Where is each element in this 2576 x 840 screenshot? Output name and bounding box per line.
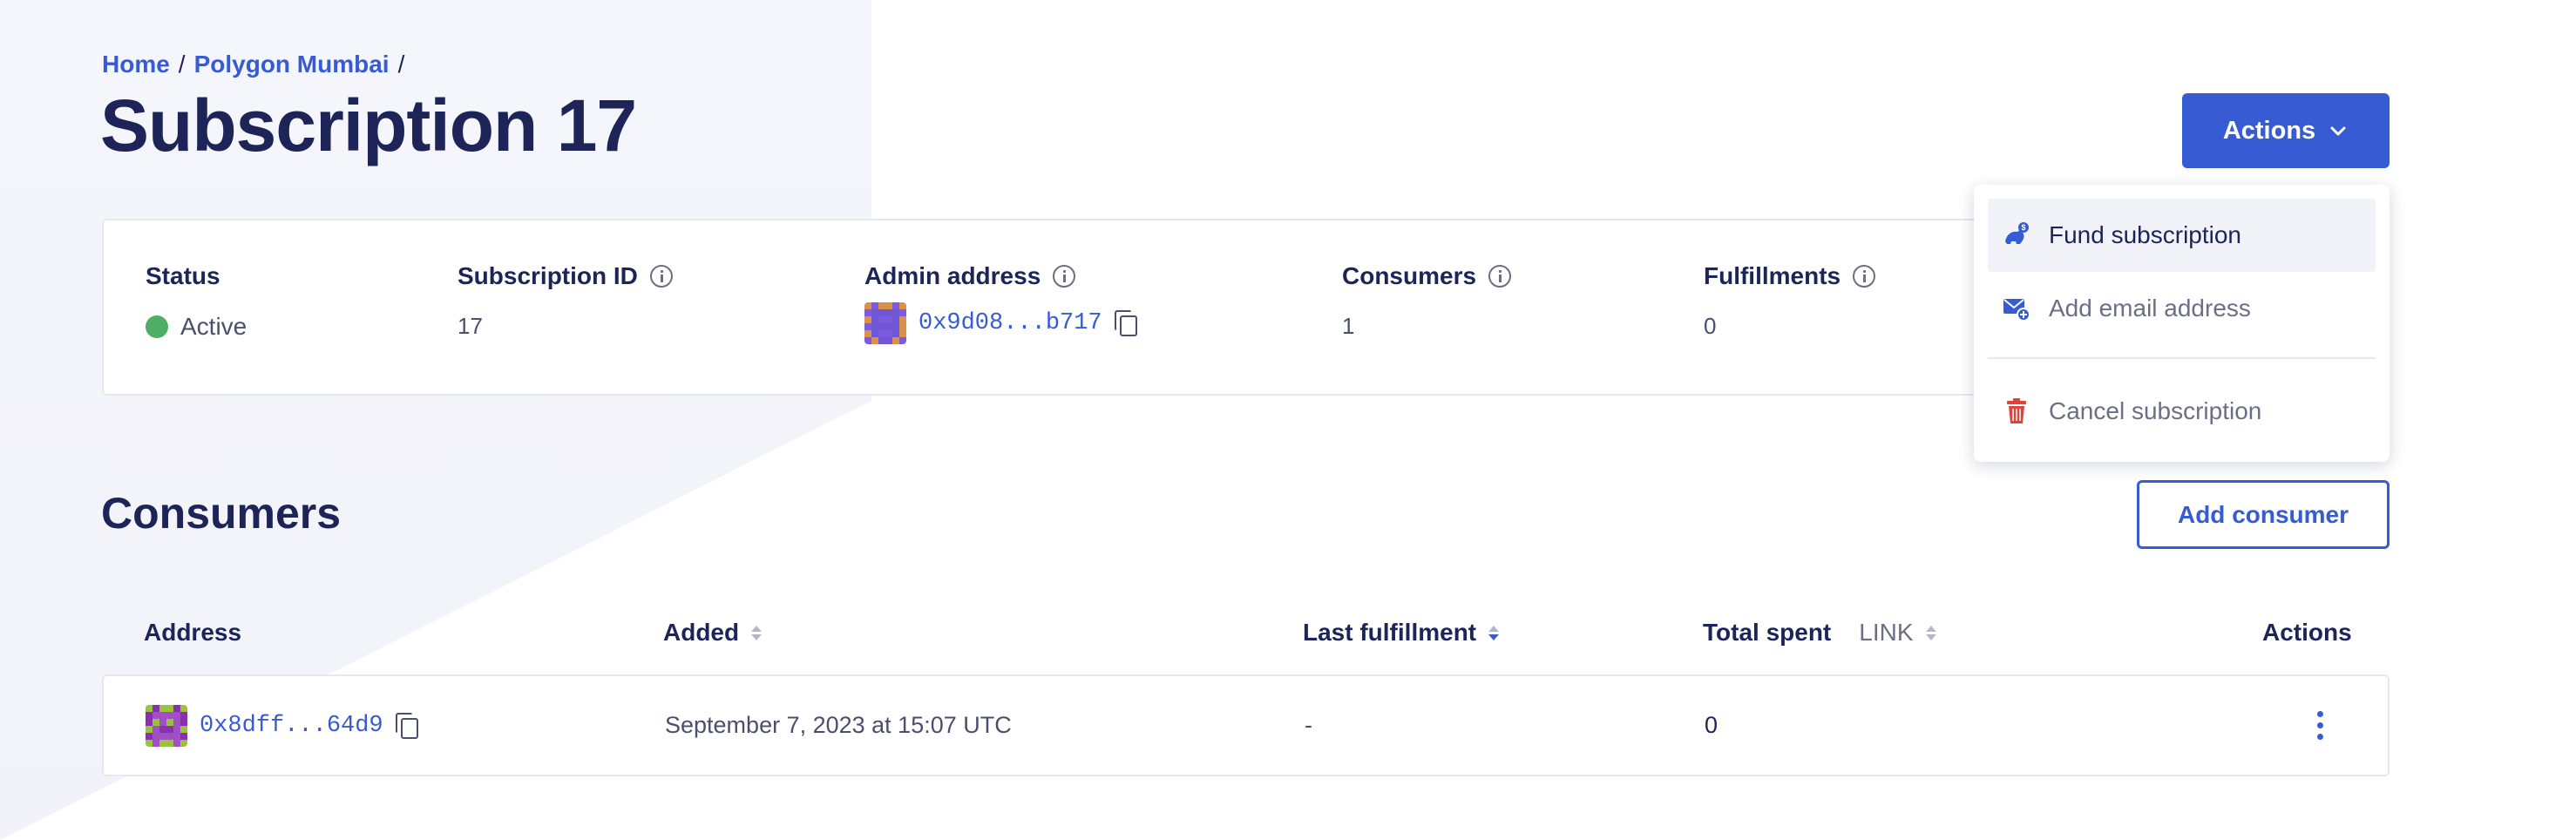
added-cell: September 7, 2023 at 15:07 UTC <box>665 712 1012 738</box>
svg-text:$: $ <box>2021 223 2025 232</box>
subscription-id-label: Subscription ID <box>458 262 638 289</box>
breadcrumb-separator: / <box>178 51 186 78</box>
admin-avatar <box>864 302 906 344</box>
chevron-down-icon <box>2330 126 2346 136</box>
sort-icon[interactable] <box>1925 625 1936 640</box>
actions-button-label: Actions <box>2222 116 2316 145</box>
sort-descending-icon[interactable] <box>1488 625 1500 640</box>
column-header-actions: Actions <box>2262 619 2352 647</box>
fulfillments-value: 0 <box>1704 313 1717 339</box>
column-header-label: Address <box>144 619 242 646</box>
info-icon[interactable] <box>649 265 673 288</box>
email-add-icon <box>2002 294 2031 323</box>
status-value: Active <box>180 313 247 340</box>
copy-icon[interactable] <box>1114 310 1137 336</box>
breadcrumb-network-link[interactable]: Polygon Mumbai <box>194 51 390 78</box>
consumers-detail: Consumers 1 <box>1342 262 1512 340</box>
subscription-id-detail: Subscription ID 17 <box>458 262 673 340</box>
consumers-label: Consumers <box>1342 262 1477 289</box>
column-header-address: Address <box>144 619 241 647</box>
consumers-section-title: Consumers <box>101 489 342 538</box>
subscription-page: Home / Polygon Mumbai / Subscription 17 … <box>0 0 2576 840</box>
trash-icon <box>2002 396 2031 426</box>
admin-address-detail: Admin address 0x9d08...b717 <box>864 262 1137 344</box>
fulfillments-label: Fulfillments <box>1704 262 1841 289</box>
info-icon[interactable] <box>1053 265 1076 288</box>
info-icon[interactable] <box>1488 265 1512 288</box>
last-fulfillment-cell: - <box>1305 712 1312 738</box>
column-header-added[interactable]: Added <box>663 619 763 647</box>
status-label: Status <box>146 262 220 289</box>
column-header-label: Added <box>663 619 740 646</box>
subscription-id-value: 17 <box>458 313 483 339</box>
info-icon[interactable] <box>1853 265 1876 288</box>
sort-icon[interactable] <box>751 625 763 640</box>
breadcrumb-home-link[interactable]: Home <box>102 51 170 78</box>
column-header-label: Last fulfillment <box>1303 619 1477 646</box>
column-header-last-fulfillment[interactable]: Last fulfillment <box>1303 619 1500 647</box>
actions-button[interactable]: Actions <box>2182 93 2390 168</box>
column-header-unit: LINK <box>1859 619 1914 646</box>
consumer-avatar <box>146 704 187 747</box>
column-header-total-spent[interactable]: Total spent LINK <box>1703 619 1936 647</box>
more-options-icon[interactable] <box>2317 711 2323 740</box>
page-title: Subscription 17 <box>100 85 637 166</box>
row-actions-cell <box>2317 676 2323 775</box>
consumer-address-link[interactable]: 0x8dff...64d9 <box>200 713 383 739</box>
actions-dropdown-menu: $ Fund subscription Add email address Ca… <box>1974 185 2390 462</box>
admin-address-value[interactable]: 0x9d08...b717 <box>919 310 1102 336</box>
fulfillments-detail: Fulfillments 0 <box>1704 262 1876 340</box>
breadcrumb-separator: / <box>397 51 405 78</box>
consumers-value: 1 <box>1342 313 1355 339</box>
menu-item-label: Cancel subscription <box>2049 397 2262 424</box>
copy-icon[interactable] <box>395 712 418 739</box>
menu-divider <box>1988 357 2376 359</box>
menu-item-label: Add email address <box>2049 295 2251 322</box>
column-header-label: Actions <box>2262 619 2352 646</box>
column-header-label: Total spent <box>1703 619 1832 646</box>
status-active-icon <box>146 315 168 338</box>
fund-icon: $ <box>2002 220 2031 250</box>
add-consumer-button[interactable]: Add consumer <box>2137 480 2390 549</box>
menu-item-label: Fund subscription <box>2049 221 2242 248</box>
menu-item-add-email[interactable]: Add email address <box>1988 272 2376 345</box>
breadcrumb: Home / Polygon Mumbai / <box>102 51 404 78</box>
address-cell: 0x8dff...64d9 <box>146 676 418 775</box>
table-row: 0x8dff...64d9 September 7, 2023 at 15:07… <box>102 674 2390 776</box>
admin-address-label: Admin address <box>864 262 1041 289</box>
menu-item-cancel-subscription[interactable]: Cancel subscription <box>1988 375 2376 448</box>
status-detail: Status Active <box>146 262 247 341</box>
menu-item-fund-subscription[interactable]: $ Fund subscription <box>1988 199 2376 272</box>
total-spent-cell: 0 <box>1705 712 1718 738</box>
